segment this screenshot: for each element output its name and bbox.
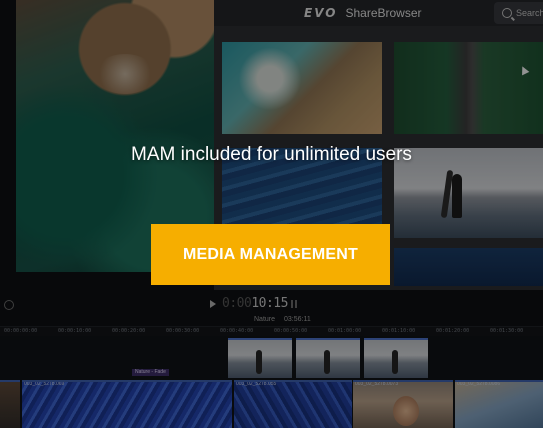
playback-controls: 0:0010:15 — [0, 292, 543, 316]
clip-label: 003_02_5278.0086 — [457, 381, 501, 387]
ruler-tick: 00:00:30:00 — [166, 328, 200, 334]
timeline-clip[interactable] — [0, 380, 20, 428]
media-management-button-label: MEDIA MANAGEMENT — [182, 245, 359, 263]
sharebrowser-toolbar: EVO ShareBrowser Search — [214, 0, 543, 26]
timeline-clip[interactable]: 003_02_5278.055 — [234, 380, 352, 428]
clip-label: 003_02_5278.0073 — [355, 381, 399, 387]
evo-logo-mark: EVO — [304, 6, 338, 20]
play-icon[interactable] — [210, 300, 216, 308]
ruler-tick: 00:00:20:00 — [112, 328, 146, 334]
search-placeholder: Search — [516, 8, 543, 18]
timecode-display: 0:0010:15 — [222, 296, 288, 311]
sequence-info: Nature 03:56:11 — [0, 316, 543, 326]
ruler-tick: 00:01:30:00 — [490, 328, 524, 334]
sequence-name: Nature — [254, 316, 276, 323]
sequence-duration: 03:56:11 — [284, 316, 311, 323]
transition-tag[interactable]: Nature - Fade — [132, 369, 169, 376]
clip-label: 003_02_5278.069 — [24, 381, 65, 387]
ruler-tick: 00:01:10:00 — [382, 328, 416, 334]
timeline-clip-surfer[interactable] — [364, 338, 428, 378]
timeline-clip-surfer[interactable] — [296, 338, 360, 378]
media-management-button[interactable]: MEDIA MANAGEMENT — [151, 224, 390, 285]
ruler-tick: 00:00:00:00 — [4, 328, 38, 334]
search-input[interactable]: Search — [494, 2, 543, 24]
thumbnail-forest-road[interactable] — [394, 42, 543, 134]
hero-banner: EVO ShareBrowser Search 0:0010:15 Nature… — [0, 0, 543, 428]
ruler-tick: 00:00:50:00 — [274, 328, 308, 334]
timeline-clip-surfer[interactable] — [228, 338, 292, 378]
ruler-tick: 00:01:00:00 — [328, 328, 362, 334]
timeline-clip[interactable]: 003_02_5278.0086 — [455, 380, 543, 428]
thumbnail-sky[interactable] — [394, 248, 543, 286]
hero-title: MAM included for unlimited users — [131, 144, 412, 165]
ruler-tick: 00:01:20:00 — [436, 328, 470, 334]
timeline-clip[interactable]: 003_02_5278.069 — [22, 380, 232, 428]
surfer-silhouette — [452, 174, 462, 218]
timecode-dim: 0:00 — [222, 296, 252, 311]
ruler-tick: 00:00:40:00 — [220, 328, 254, 334]
timeline-clip[interactable]: 003_02_5278.0073 — [353, 380, 453, 428]
clip-label: 003_02_5278.055 — [236, 381, 277, 387]
ruler-tick: 00:00:10:00 — [58, 328, 92, 334]
timecode-value: 10:15 — [251, 296, 288, 311]
thumbnail-coastline[interactable] — [222, 42, 382, 134]
sharebrowser-app-name: ShareBrowser — [345, 6, 422, 20]
search-icon — [502, 8, 512, 18]
clock-icon — [4, 300, 14, 310]
audio-meter-icon — [291, 300, 293, 308]
sharebrowser-logo: EVO ShareBrowser — [304, 6, 422, 20]
